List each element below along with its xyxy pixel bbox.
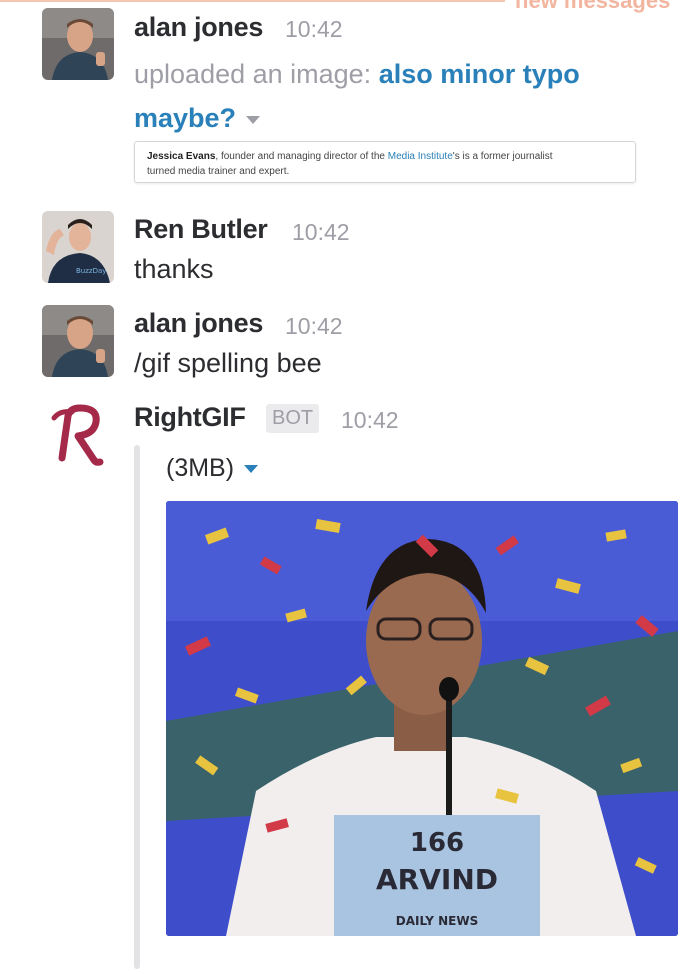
message-timestamp[interactable]: 10:42: [285, 313, 343, 340]
alan-jones-avatar-icon: [42, 8, 114, 80]
alan-jones-avatar-icon: [42, 305, 114, 377]
upload-line: uploaded an image: also minor typo maybe…: [134, 52, 654, 140]
placard-name: ARVIND: [376, 863, 498, 896]
chevron-down-icon[interactable]: [246, 115, 261, 124]
ren-butler-avatar-icon: BuzzDay: [42, 211, 114, 283]
avatar[interactable]: [42, 305, 114, 377]
attachment-border: [134, 445, 140, 969]
new-messages-divider: [0, 0, 505, 2]
attachment-size: (3MB): [166, 454, 235, 482]
bot-badge: BOT: [266, 404, 320, 433]
avatar[interactable]: BuzzDay: [42, 211, 114, 283]
gif-image[interactable]: 166 ARVIND DAILY NEWS: [166, 501, 678, 936]
message-timestamp[interactable]: 10:42: [292, 219, 350, 246]
placard-number: 166: [410, 828, 464, 858]
spelling-bee-gif-icon: 166 ARVIND DAILY NEWS: [166, 501, 678, 936]
message-text: thanks: [134, 254, 214, 284]
new-messages-label[interactable]: new messages: [515, 0, 670, 14]
preview-text-2: 's is a former journalist: [452, 151, 553, 162]
message-text: /gif spelling bee: [134, 348, 322, 378]
message-sender[interactable]: RightGIF: [134, 402, 246, 433]
svg-text:BuzzDay: BuzzDay: [76, 267, 106, 275]
preview-text-1: , founder and managing director of the: [215, 151, 388, 162]
preview-org: Media Institute: [387, 151, 453, 162]
preview-name: Jessica Evans: [147, 151, 216, 162]
avatar[interactable]: [42, 8, 114, 80]
message-sender[interactable]: alan jones: [134, 308, 263, 339]
placard-footer: DAILY NEWS: [396, 914, 478, 928]
chevron-down-icon[interactable]: [244, 465, 259, 474]
upload-prefix: uploaded an image:: [134, 59, 372, 89]
rightgif-logo[interactable]: [48, 400, 108, 470]
rightgif-logo-icon: [51, 404, 104, 466]
preview-line-2: turned media trainer and expert.: [147, 166, 290, 177]
message-sender[interactable]: Ren Butler: [134, 214, 268, 245]
message-timestamp[interactable]: 10:42: [341, 407, 399, 434]
attachment-label: (3MB): [166, 454, 259, 483]
message-sender[interactable]: alan jones: [134, 12, 263, 43]
message-timestamp[interactable]: 10:42: [285, 16, 343, 43]
image-preview[interactable]: Jessica Evans, founder and managing dire…: [134, 141, 636, 183]
